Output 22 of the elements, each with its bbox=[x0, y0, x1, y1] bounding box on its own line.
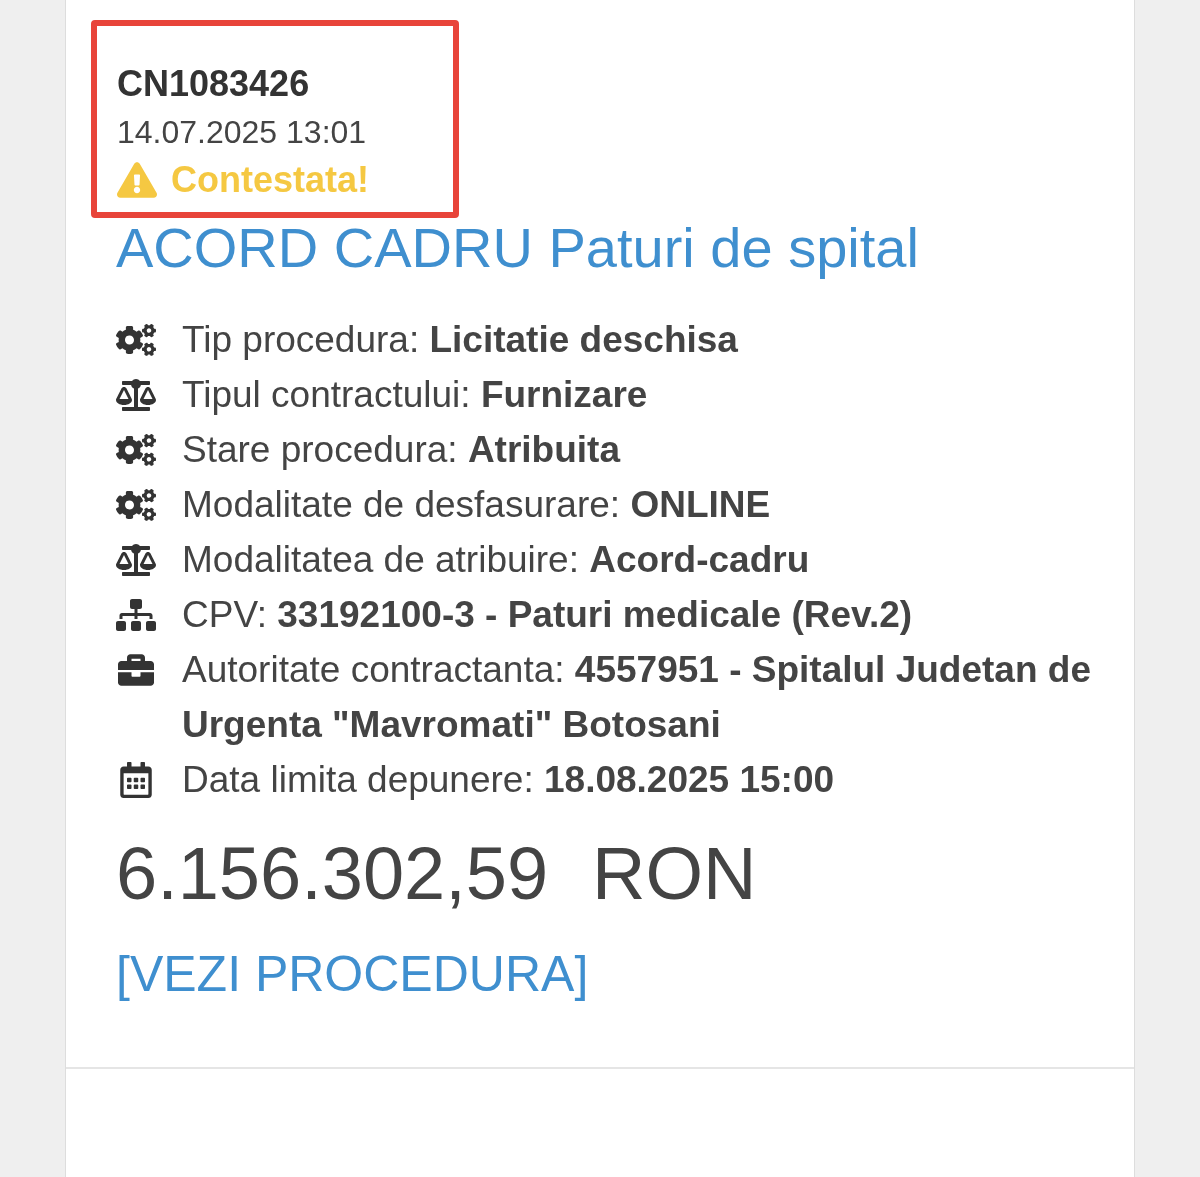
balance-scale-icon bbox=[116, 377, 156, 413]
view-procedure-link[interactable]: [VEZI PROCEDURA] bbox=[116, 949, 589, 999]
briefcase-icon bbox=[116, 652, 156, 688]
hierarchy-icon bbox=[116, 597, 156, 633]
detail-text: CPV: 33192100-3 - Paturi medicale (Rev.2) bbox=[182, 593, 913, 637]
detail-text: Tip procedura: Licitatie deschisa bbox=[182, 318, 738, 362]
detail-text: Tipul contractului: Furnizare bbox=[182, 373, 648, 417]
currency-label: RON bbox=[592, 837, 757, 911]
detail-text: Modalitate de desfasurare: ONLINE bbox=[182, 483, 771, 527]
publish-date: 14.07.2025 13:01 bbox=[117, 116, 368, 148]
gears-icon bbox=[116, 432, 156, 468]
procedure-code: CN1083426 bbox=[117, 66, 311, 102]
detail-text: Data limita depunere: 18.08.2025 15:00 bbox=[182, 758, 835, 802]
detail-text: Modalitatea de atribuire: Acord-cadru bbox=[182, 538, 810, 582]
detail-text: Autoritate contractanta: 4557951 - Spitalul Judetan de Urgenta "Mavromati" Botosani bbox=[182, 648, 1092, 747]
amount-value: 6.156.302,59 bbox=[116, 837, 549, 911]
balance-scale-icon bbox=[116, 542, 156, 578]
status-label: Contestata! bbox=[171, 162, 370, 198]
detail-text: Stare procedura: Atribuita bbox=[182, 428, 620, 472]
gears-icon bbox=[116, 322, 156, 358]
gears-icon bbox=[116, 487, 156, 523]
warning-icon bbox=[117, 162, 157, 198]
